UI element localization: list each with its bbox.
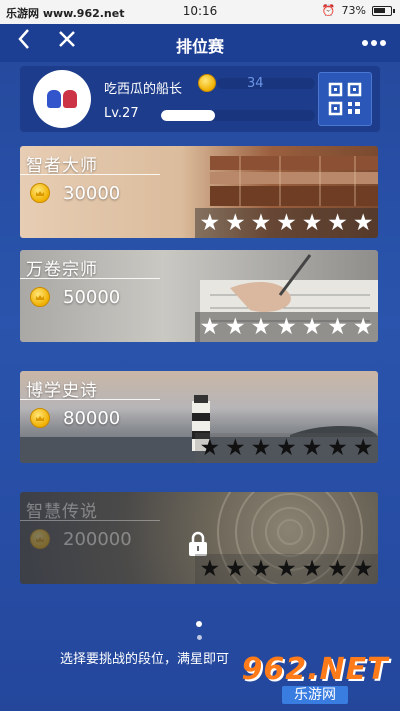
divider: [20, 399, 160, 400]
star-icon: ★: [225, 210, 246, 236]
star-icon: ★: [225, 314, 246, 340]
star-icon: ★: [276, 435, 297, 461]
battery-percent: 73%: [341, 4, 366, 17]
star-rating: ★ ★ ★ ★ ★ ★ ★: [195, 312, 378, 342]
watermark-top: 962.NET: [241, 652, 389, 687]
star-icon: ★: [352, 210, 374, 236]
star-icon: ★: [352, 314, 374, 340]
star-icon: ★: [327, 314, 348, 340]
level-label: Lv.27: [104, 106, 139, 121]
star-icon: ★: [199, 556, 221, 582]
close-icon[interactable]: [53, 28, 81, 58]
star-icon: ★: [250, 210, 272, 236]
star-icon: ★: [276, 314, 297, 340]
rank-card-4: 智慧传说 200000 ★ ★ ★ ★ ★ ★ ★: [20, 492, 378, 584]
star-rating: ★ ★ ★ ★ ★ ★ ★: [195, 433, 378, 463]
star-icon: ★: [352, 556, 374, 582]
divider: [20, 174, 160, 175]
rank-title: 博学史诗: [26, 381, 98, 401]
star-icon: ★: [327, 556, 348, 582]
star-icon: ★: [352, 435, 374, 461]
star-icon: ★: [301, 314, 323, 340]
rank-title: 智慧传说: [26, 502, 98, 522]
rank-title: 万卷宗师: [26, 260, 98, 280]
chevron-left-icon[interactable]: [10, 28, 38, 58]
star-icon: ★: [225, 556, 246, 582]
star-icon: ★: [199, 210, 221, 236]
star-icon: ★: [327, 435, 348, 461]
main-content: 吃西瓜的船长 34 Lv.27 智者大师 30000 ★ ★ ★ ★ ★ ★ ★…: [0, 62, 400, 711]
coin-icon: [30, 408, 50, 428]
rank-card-1[interactable]: 智者大师 30000 ★ ★ ★ ★ ★ ★ ★: [20, 146, 378, 238]
divider: [20, 520, 160, 521]
status-icons: ⏰ 73%: [321, 4, 395, 17]
page-dot[interactable]: [196, 635, 202, 640]
avatar[interactable]: [33, 70, 91, 128]
nav-bar: 排位赛: [0, 24, 400, 62]
star-icon: ★: [250, 435, 272, 461]
coin-icon: [198, 74, 216, 92]
books-illustration: [210, 156, 378, 206]
star-icon: ★: [301, 556, 323, 582]
star-rating: ★ ★ ★ ★ ★ ★ ★: [195, 554, 378, 584]
page-indicator: [196, 621, 202, 640]
star-icon: ★: [276, 556, 297, 582]
star-icon: ★: [301, 210, 323, 236]
username: 吃西瓜的船长: [104, 82, 183, 97]
star-icon: ★: [199, 435, 221, 461]
star-rating: ★ ★ ★ ★ ★ ★ ★: [195, 208, 378, 238]
rank-cost: 50000: [63, 287, 121, 308]
battery-icon: [372, 5, 395, 16]
instruction-text: 选择要挑战的段位，满星即可: [60, 652, 230, 667]
coin-icon: [30, 183, 50, 203]
watermark-bottom: 乐游网: [282, 686, 348, 704]
rank-card-2[interactable]: 万卷宗师 50000 ★ ★ ★ ★ ★ ★ ★: [20, 250, 378, 342]
rank-cost: 80000: [63, 408, 121, 429]
star-icon: ★: [225, 435, 246, 461]
more-dots-icon[interactable]: [362, 40, 386, 46]
rank-card-3[interactable]: 博学史诗 80000 ★ ★ ★ ★ ★ ★ ★: [20, 371, 378, 463]
divider: [20, 278, 160, 279]
coin-bar: [217, 78, 315, 89]
status-bar: 乐游网 www.962.net 10:16 ⏰ 73%: [0, 0, 400, 24]
star-icon: ★: [250, 314, 272, 340]
coin-icon: [30, 529, 50, 549]
qr-code-button[interactable]: [318, 72, 372, 126]
star-icon: ★: [301, 435, 323, 461]
exp-bar: [161, 110, 315, 121]
star-icon: ★: [276, 210, 297, 236]
rank-cost: 30000: [63, 183, 121, 204]
coin-icon: [30, 287, 50, 307]
exp-bar-fill: [161, 110, 215, 121]
rank-title: 智者大师: [26, 156, 98, 176]
watermark-logo: 962.NET 乐游网: [240, 653, 390, 705]
qr-code-icon: [328, 82, 362, 116]
page-dot[interactable]: [196, 621, 202, 627]
coin-count: 34: [247, 76, 264, 91]
rank-cost: 200000: [63, 529, 132, 550]
alarm-icon: ⏰: [321, 4, 336, 17]
profile-panel: 吃西瓜的船长 34 Lv.27: [20, 66, 380, 132]
star-icon: ★: [327, 210, 348, 236]
star-icon: ★: [250, 556, 272, 582]
star-icon: ★: [199, 314, 221, 340]
